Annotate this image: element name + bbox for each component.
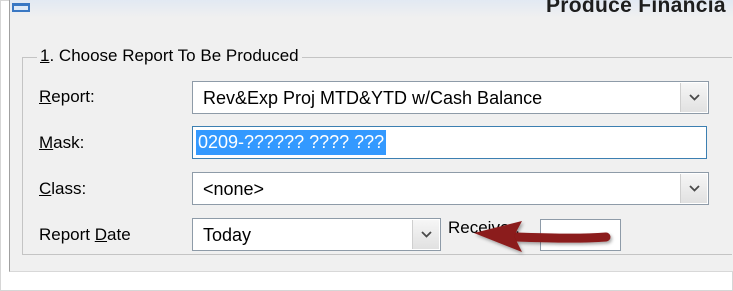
report-date-label-post: ate — [107, 225, 131, 244]
mask-label: Mask: — [39, 133, 84, 153]
window-title: Produce Financia — [546, 0, 726, 17]
report-date-label: Report Date — [39, 225, 131, 245]
chevron-down-icon — [689, 185, 700, 192]
class-label: Class: — [39, 179, 86, 199]
receiver-input[interactable] — [540, 219, 621, 251]
report-dropdown-button[interactable] — [680, 83, 707, 112]
class-label-key: C — [39, 179, 52, 198]
chevron-down-icon — [689, 94, 700, 101]
mask-input[interactable]: 0209-?????? ???? ??? — [192, 126, 707, 159]
class-dropdown-button[interactable] — [680, 174, 707, 203]
mask-label-key: M — [39, 133, 54, 152]
window-icon — [12, 3, 30, 12]
mask-input-selected-value: 0209-?????? ???? ??? — [196, 130, 387, 155]
class-select-value: <none> — [203, 179, 265, 199]
mask-label-text: ask: — [53, 133, 85, 152]
report-date-select[interactable]: Today — [192, 218, 441, 251]
group-legend-text: . Choose Report To Be Produced — [49, 46, 299, 65]
group-legend: 1. Choose Report To Be Produced — [37, 46, 302, 66]
report-date-label-pre: Report — [39, 225, 95, 244]
report-date-dropdown-button[interactable] — [412, 220, 439, 249]
report-select-value: Rev&Exp Proj MTD&YTD w/Cash Balance — [203, 88, 543, 108]
chevron-down-icon — [421, 231, 432, 238]
report-label-key: R — [39, 87, 52, 106]
class-select[interactable]: <none> — [192, 172, 709, 205]
title-bar: Produce Financia — [10, 0, 733, 18]
report-label: Report: — [39, 87, 95, 107]
class-label-text: lass: — [51, 179, 87, 198]
report-date-select-value: Today — [203, 225, 252, 245]
receiver-label: Receiver: — [448, 218, 520, 237]
report-label-text: eport: — [51, 87, 95, 106]
report-select[interactable]: Rev&Exp Proj MTD&YTD w/Cash Balance — [192, 81, 709, 114]
report-date-label-key: D — [94, 225, 108, 244]
